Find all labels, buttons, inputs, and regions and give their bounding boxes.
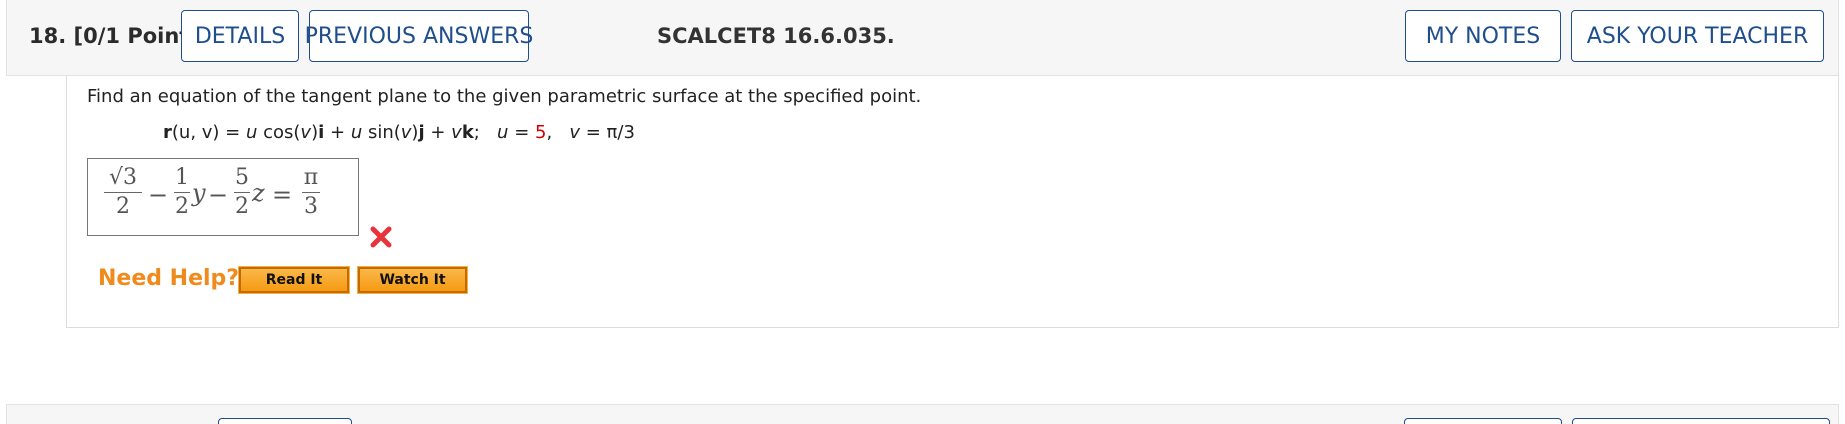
answer-fraction: 5 2 [234,164,250,221]
fraction-numerator: π [303,165,319,190]
details-button[interactable]: DETAILS [181,10,299,62]
answer-var-y: y [192,179,206,207]
answer-fraction: 1 2 [174,164,190,221]
question-number-label: 18. [29,24,67,48]
fraction-numerator: √3 [108,165,137,190]
answer-minus: − [148,181,169,209]
question-header: 18. [0/1 Points] DETAILS PREVIOUS ANSWER… [6,0,1839,76]
answer-equals: = [272,181,293,209]
formula-u: u [245,122,258,143]
formula-plus: + [324,122,351,143]
formula-cos: cos( [257,122,301,143]
formula-u-param: u [497,122,509,143]
incorrect-x-icon [370,226,392,248]
ask-your-teacher-button[interactable]: ASK YOUR TEACHER [1571,10,1824,62]
parametric-formula: r(u, v) = u cos(v)i + u sin(v)j + vk; u … [163,122,635,143]
fraction-numerator: 1 [175,165,189,190]
problem-prompt: Find an equation of the tangent plane to… [87,86,922,107]
formula-u-value: 5 [535,122,547,143]
answer-var-z: z [252,179,265,207]
formula-v-value: = π/3 [580,122,635,143]
formula-k: k [461,122,474,143]
next-details-button[interactable] [218,418,352,424]
question-code: SCALCET8 16.6.035. [657,24,895,48]
formula-v: v [300,122,312,143]
next-ask-teacher-button[interactable] [1572,418,1830,424]
formula-v-param: v [569,122,581,143]
formula-args: (u, v) = [171,122,246,143]
formula-v: v [400,122,412,143]
need-help-label: Need Help? [98,266,240,291]
formula-u: u [350,122,363,143]
formula-equals: = [508,122,535,143]
fraction-denominator: 2 [116,194,130,219]
fraction-denominator: 3 [304,194,318,219]
fraction-numerator: 5 [235,165,249,190]
previous-answers-button[interactable]: PREVIOUS ANSWERS [305,10,533,62]
answer-fraction: π 3 [302,164,320,221]
formula-r: r [163,122,172,143]
my-notes-button[interactable]: MY NOTES [1405,10,1561,62]
formula-sin: sin( [362,122,401,143]
watch-it-button[interactable]: Watch It [357,266,468,294]
fraction-denominator: 2 [175,194,189,219]
answer-fraction: √3 2 [104,164,142,221]
fraction-denominator: 2 [235,194,249,219]
read-it-button[interactable]: Read It [238,266,350,294]
answer-minus: − [208,181,229,209]
formula-plus: + [424,122,452,143]
next-my-notes-button[interactable] [1404,418,1562,424]
answer-input[interactable]: √3 2 − 1 2 y − 5 2 z = π 3 [87,158,359,236]
formula-comma: , [546,122,553,143]
formula-v: v [451,122,462,143]
formula-semicolon: ; [473,122,480,143]
